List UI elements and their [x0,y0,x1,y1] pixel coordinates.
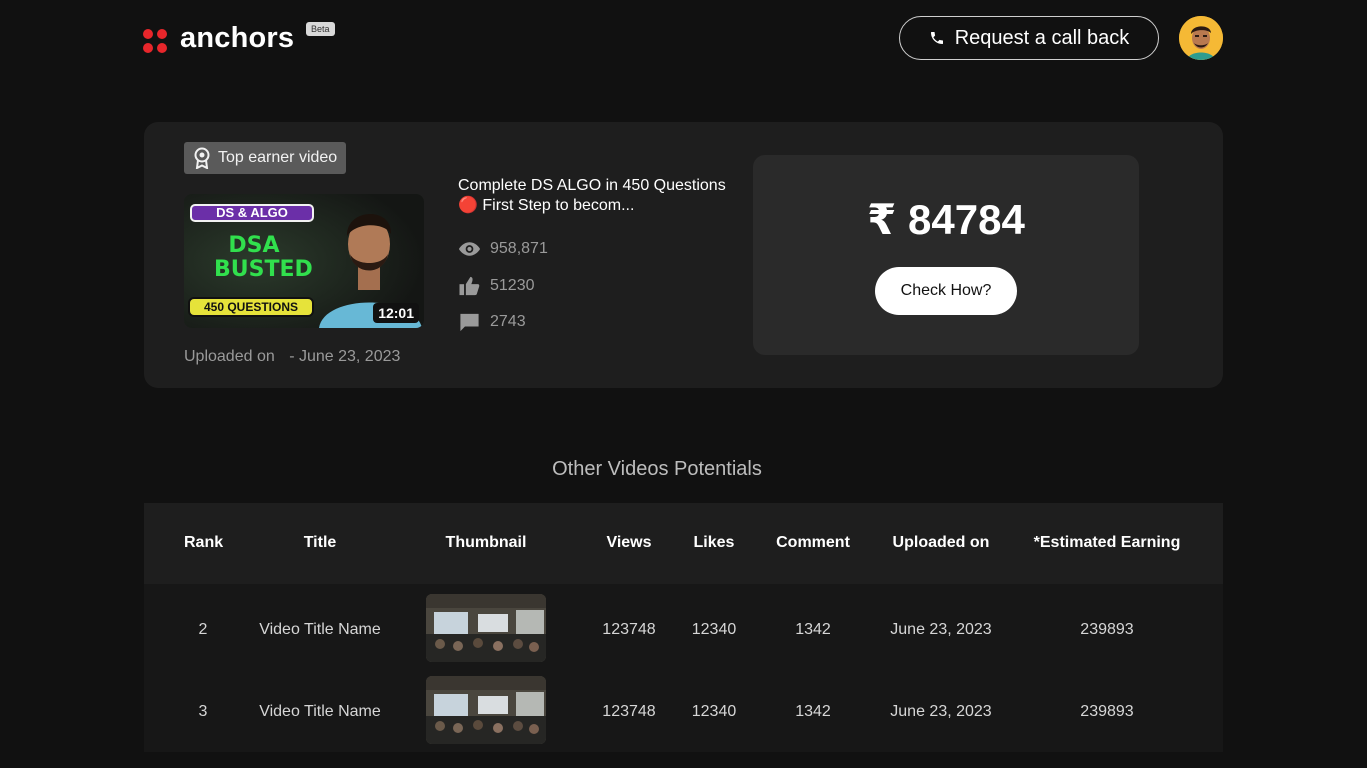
upload-info: Uploaded on - June 23, 2023 [184,348,400,366]
views-count: 958,871 [490,240,548,257]
table-row[interactable]: 2 Video Title Name 123748 12340 1342 Jun… [144,590,1223,668]
top-video-title[interactable]: Complete DS ALGO in 450 Questions 🔴 Firs… [458,176,728,216]
cell-comment: 1342 [795,621,831,638]
cell-title: Video Title Name [259,703,381,720]
cell-likes: 12340 [691,621,737,638]
comments-stat: 2743 [458,312,526,332]
thumbnail-duration: 12:01 [373,303,419,323]
eye-icon [458,242,481,256]
header-title[interactable]: Title [280,534,360,552]
thumbnail-questions-tag: 450 QUESTIONS [188,297,314,317]
row-thumbnail-image [426,676,546,744]
views-stat: 958,871 [458,240,548,258]
thumbs-up-icon [459,276,480,296]
request-callback-button[interactable]: Request a call back [899,16,1159,60]
logo-dots-icon [143,28,167,53]
cell-earning: 239893 [1080,703,1134,720]
header-likes[interactable]: Likes [684,534,744,552]
header-rank[interactable]: Rank [184,534,223,552]
cell-likes: 12340 [691,703,737,720]
upload-date: - June 23, 2023 [289,348,401,365]
cell-rank: 2 [198,621,208,638]
cell-thumbnail[interactable] [426,676,546,744]
table-header: Rank Title Thumbnail Views Likes Comment… [144,503,1223,584]
earning-amount: ₹ 84784 [867,196,1025,243]
cell-title: Video Title Name [259,621,381,638]
section-title: Other Videos Potentials [552,458,762,480]
header-uploaded-on[interactable]: Uploaded on [882,534,1000,552]
avatar-illustration [1179,16,1223,60]
top-video-thumbnail[interactable]: DS & ALGO DSA BUSTED 450 QUESTIONS 12:01 [184,194,424,328]
earning-box: ₹ 84784 Check How? [753,155,1139,355]
award-icon [194,147,210,169]
cell-rank: 3 [198,703,208,720]
callback-label: Request a call back [954,26,1130,49]
cell-views: 123748 [602,703,656,720]
table-row[interactable]: 3 Video Title Name 123748 12340 1342 Jun… [144,672,1223,750]
header: anchors Beta Request a call back [0,0,1367,80]
row-thumbnail-image [426,594,546,662]
cell-comment: 1342 [795,703,831,720]
check-how-button[interactable]: Check How? [875,267,1017,315]
logo-text: anchors [180,22,295,54]
header-comment[interactable]: Comment [768,534,858,552]
comments-count: 2743 [490,313,526,330]
beta-badge: Beta [306,22,335,36]
user-avatar[interactable] [1179,16,1223,60]
cell-views: 123748 [602,621,656,638]
likes-stat: 51230 [458,276,535,296]
logo[interactable]: anchors [143,22,294,55]
cell-earning: 239893 [1080,621,1134,638]
header-views[interactable]: Views [594,534,664,552]
likes-count: 51230 [490,277,535,294]
top-earner-badge: Top earner video [184,142,347,174]
cell-uploaded: June 23, 2023 [890,703,992,720]
table-body: 2 Video Title Name 123748 12340 1342 Jun… [144,584,1223,752]
thumbnail-headline: DSA BUSTED [214,233,313,282]
thumbnail-tag: DS & ALGO [190,204,314,222]
videos-table: Rank Title Thumbnail Views Likes Comment… [144,503,1223,752]
cell-uploaded: June 23, 2023 [890,621,992,638]
comment-icon [460,313,479,332]
cell-thumbnail[interactable] [426,594,546,662]
top-earner-card: Top earner video DS & ALGO DSA BUSTED 45… [144,122,1223,388]
upload-label: Uploaded on [184,348,275,365]
header-estimated-earning[interactable]: *Estimated Earning [1024,534,1190,552]
header-thumbnail[interactable]: Thumbnail [426,534,546,552]
top-earner-label: Top earner video [218,149,338,166]
phone-icon [930,32,943,44]
